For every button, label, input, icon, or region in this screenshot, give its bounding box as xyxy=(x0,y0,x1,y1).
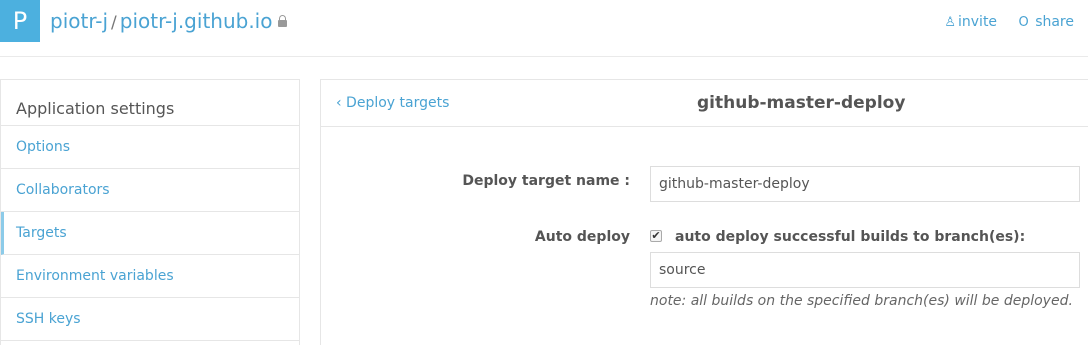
deploy-note: note: all builds on the specified branch… xyxy=(650,293,1073,309)
owner-link[interactable]: piotr-j xyxy=(50,9,108,33)
deploy-target-name-label: Deploy target name : xyxy=(462,173,630,189)
settings-sidebar: Application settings Options Collaborato… xyxy=(0,79,300,345)
sidebar-item-collaborators[interactable]: Collaborators xyxy=(1,169,299,212)
sidebar-title: Application settings xyxy=(1,80,299,126)
share-icon: O xyxy=(1018,15,1029,30)
repo-link[interactable]: piotr-j.github.io xyxy=(120,9,273,33)
branch-input[interactable] xyxy=(650,252,1080,288)
auto-deploy-label: Auto deploy xyxy=(534,229,630,245)
page-title: github-master-deploy xyxy=(697,93,906,113)
panel-header: ‹ Deploy targets github-master-deploy xyxy=(321,80,1088,127)
repo-breadcrumb: piotr-j / piotr-j.github.io xyxy=(50,9,288,33)
auto-deploy-checkbox-label: auto deploy successful builds to branch(… xyxy=(675,229,1026,245)
avatar[interactable]: P xyxy=(0,0,40,42)
auto-deploy-checkbox[interactable]: ✔ xyxy=(650,230,662,242)
top-header: P piotr-j / piotr-j.github.io ♙ invite O sh… xyxy=(0,0,1088,57)
breadcrumb-separator: / xyxy=(111,13,117,33)
back-to-deploy-targets-link[interactable]: ‹ Deploy targets xyxy=(336,95,449,111)
sidebar-item-options[interactable]: Options xyxy=(1,126,299,169)
deploy-target-name-input[interactable] xyxy=(650,166,1080,202)
header-actions: ♙ invite O share xyxy=(927,14,1074,30)
invite-link[interactable]: ♙ invite xyxy=(944,14,997,30)
sidebar-item-environment-variables[interactable]: Environment variables xyxy=(1,255,299,298)
share-link[interactable]: O share xyxy=(1019,14,1075,30)
sidebar-item-targets[interactable]: Targets xyxy=(1,212,299,255)
lock-icon xyxy=(278,15,288,27)
share-label: share xyxy=(1035,14,1074,30)
sidebar-item-ssh-keys[interactable]: SSH keys xyxy=(1,298,299,341)
add-user-icon: ♙ xyxy=(944,15,956,30)
invite-label: invite xyxy=(958,14,998,30)
